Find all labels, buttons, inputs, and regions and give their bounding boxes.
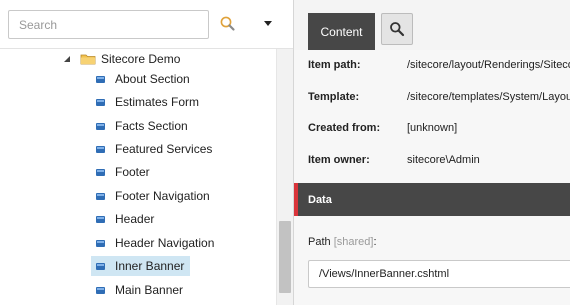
tree-item-footer[interactable]: Footer [91,162,156,182]
tree-item-label: Facts Section [115,119,188,133]
rendering-icon [96,122,105,130]
rendering-icon [96,192,105,200]
search-tab-button[interactable] [381,13,413,45]
rendering-icon [96,215,105,223]
tree-item-label: Header [115,212,155,226]
item-owner-row: Item owner: sitecore\Admin [308,152,480,168]
tab-content[interactable]: Content [308,13,375,50]
tree-item-label: Footer [115,165,150,179]
folder-icon [80,53,96,65]
tree-node-label: Sitecore Demo [101,52,181,66]
tree-search-bar [0,0,293,49]
editor-tab-bar: Content [294,0,570,50]
tree-node-sitecore-demo[interactable]: Sitecore Demo [62,49,180,69]
editor-content: Item path: /sitecore/layout/Renderings/S… [294,50,570,305]
rendering-icon [96,262,105,270]
item-path-row: Item path: /sitecore/layout/Renderings/S… [308,57,570,73]
item-owner-label: Item owner: [308,154,370,166]
rendering-icon [96,239,105,247]
rendering-icon [96,168,105,176]
section-header-data[interactable]: Data [294,183,570,216]
path-field[interactable] [308,260,570,288]
tree-item-label: Inner Banner [115,259,185,273]
expander-icon[interactable] [62,54,72,64]
path-field-label: Path [shared]: [308,236,377,248]
created-from-value: [unknown] [407,122,458,134]
rendering-icon [96,286,105,294]
search-input[interactable] [8,10,209,39]
shared-marker: [shared] [333,236,374,248]
scrollbar-thumb[interactable] [279,221,291,293]
field-suffix: : [373,236,377,248]
created-from-label: Created from: [308,122,381,134]
tree-item-label: Estimates Form [115,95,200,109]
item-path-label: Item path: [308,59,361,71]
tree-item-facts-section[interactable]: Facts Section [91,116,194,136]
tree-item-footer-navigation[interactable]: Footer Navigation [91,186,216,206]
tree-item-label: About Section [115,72,190,86]
tree-item-main-banner[interactable]: Main Banner [91,280,189,300]
search-icon[interactable] [219,15,237,33]
content-tree-panel: Sitecore Demo About Section Estimates Fo… [0,0,293,305]
tree-item-label: Footer Navigation [115,189,210,203]
template-label: Template: [308,91,360,103]
rendering-icon [96,75,105,83]
tree-scrollbar[interactable] [276,49,293,305]
content-tree: Sitecore Demo About Section Estimates Fo… [0,49,276,305]
tab-content-label: Content [320,24,363,39]
template-value[interactable]: /sitecore/templates/System/Layout/Render… [407,91,570,103]
tree-item-header[interactable]: Header [91,209,160,229]
tree-item-featured-services[interactable]: Featured Services [91,139,218,159]
rendering-icon [96,145,105,153]
tree-item-label: Featured Services [115,142,213,156]
template-row: Template: /sitecore/templates/System/Lay… [308,89,570,105]
tree-item-about-section[interactable]: About Section [91,69,196,89]
tree-item-label: Header Navigation [115,236,215,250]
rendering-icon [96,98,105,106]
tree-item-estimates-form[interactable]: Estimates Form [91,92,205,112]
section-title: Data [308,193,332,206]
chevron-down-icon[interactable] [262,19,274,29]
created-from-row: Created from: [unknown] [308,120,457,136]
content-editor-panel: Content Item path: /sitecore/layout/Rend… [294,0,570,305]
tree-item-header-navigation[interactable]: Header Navigation [91,233,220,253]
field-name: Path [308,236,331,248]
magnifier-icon [390,22,405,37]
item-path-value[interactable]: /sitecore/layout/Renderings/Sitecore Dem… [407,59,570,71]
item-owner-value: sitecore\Admin [407,154,480,166]
tree-item-label: Main Banner [115,283,184,297]
tree-item-inner-banner[interactable]: Inner Banner [91,256,191,276]
